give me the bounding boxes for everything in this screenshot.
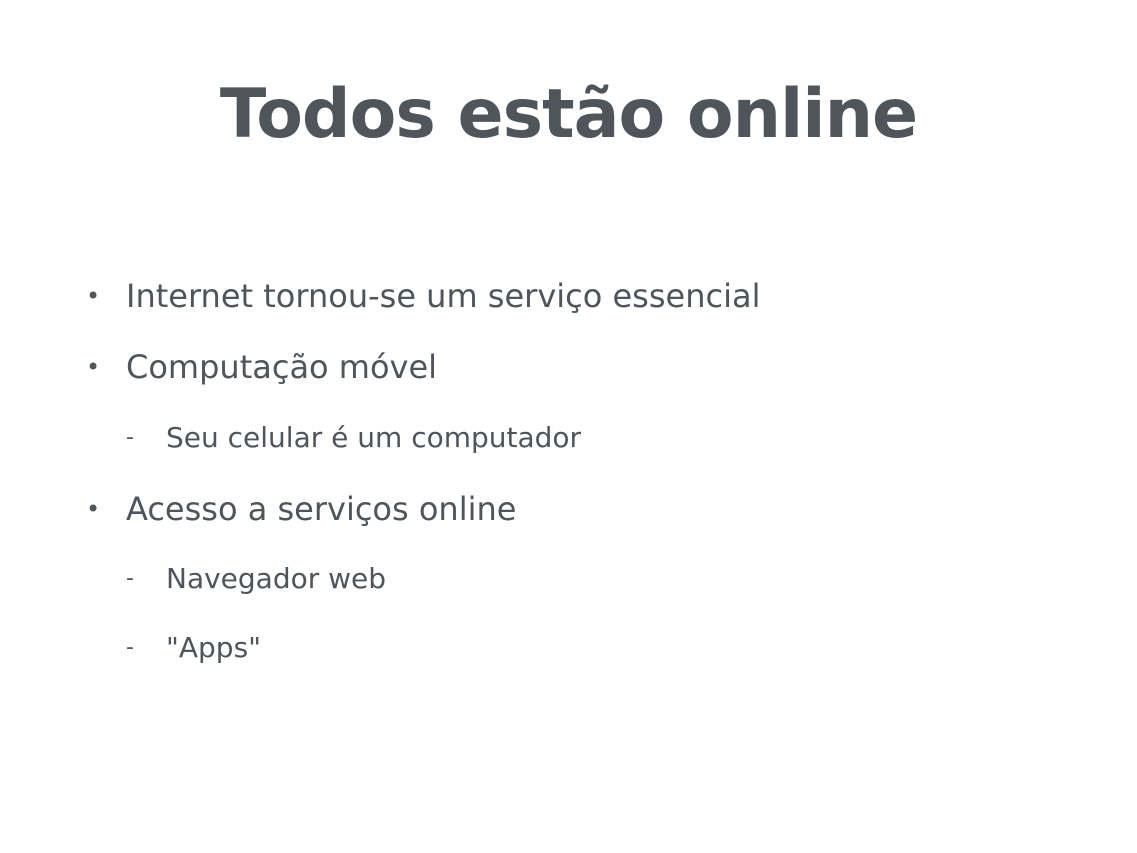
dash-icon: -	[126, 566, 134, 591]
bullet-text: Computação móvel	[126, 348, 438, 386]
sub-bullet-text: "Apps"	[166, 631, 262, 664]
bullet-dot-icon: •	[86, 495, 101, 523]
bullet-text: Acesso a serviços online	[126, 490, 517, 528]
bullet-dot-icon: •	[86, 353, 101, 381]
sub-bullet-text: Seu celular é um computador	[166, 421, 582, 454]
slide: Todos estão online • Internet tornou-se …	[0, 0, 1137, 853]
dash-icon: -	[126, 635, 134, 660]
sub-bullet-text: Navegador web	[166, 562, 387, 595]
bullet-text: Internet tornou-se um serviço essencial	[126, 277, 761, 315]
bullet-dot-icon: •	[86, 282, 101, 310]
dash-icon: -	[126, 425, 134, 450]
bullet-list: • Internet tornou-se um serviço essencia…	[0, 0, 1137, 853]
